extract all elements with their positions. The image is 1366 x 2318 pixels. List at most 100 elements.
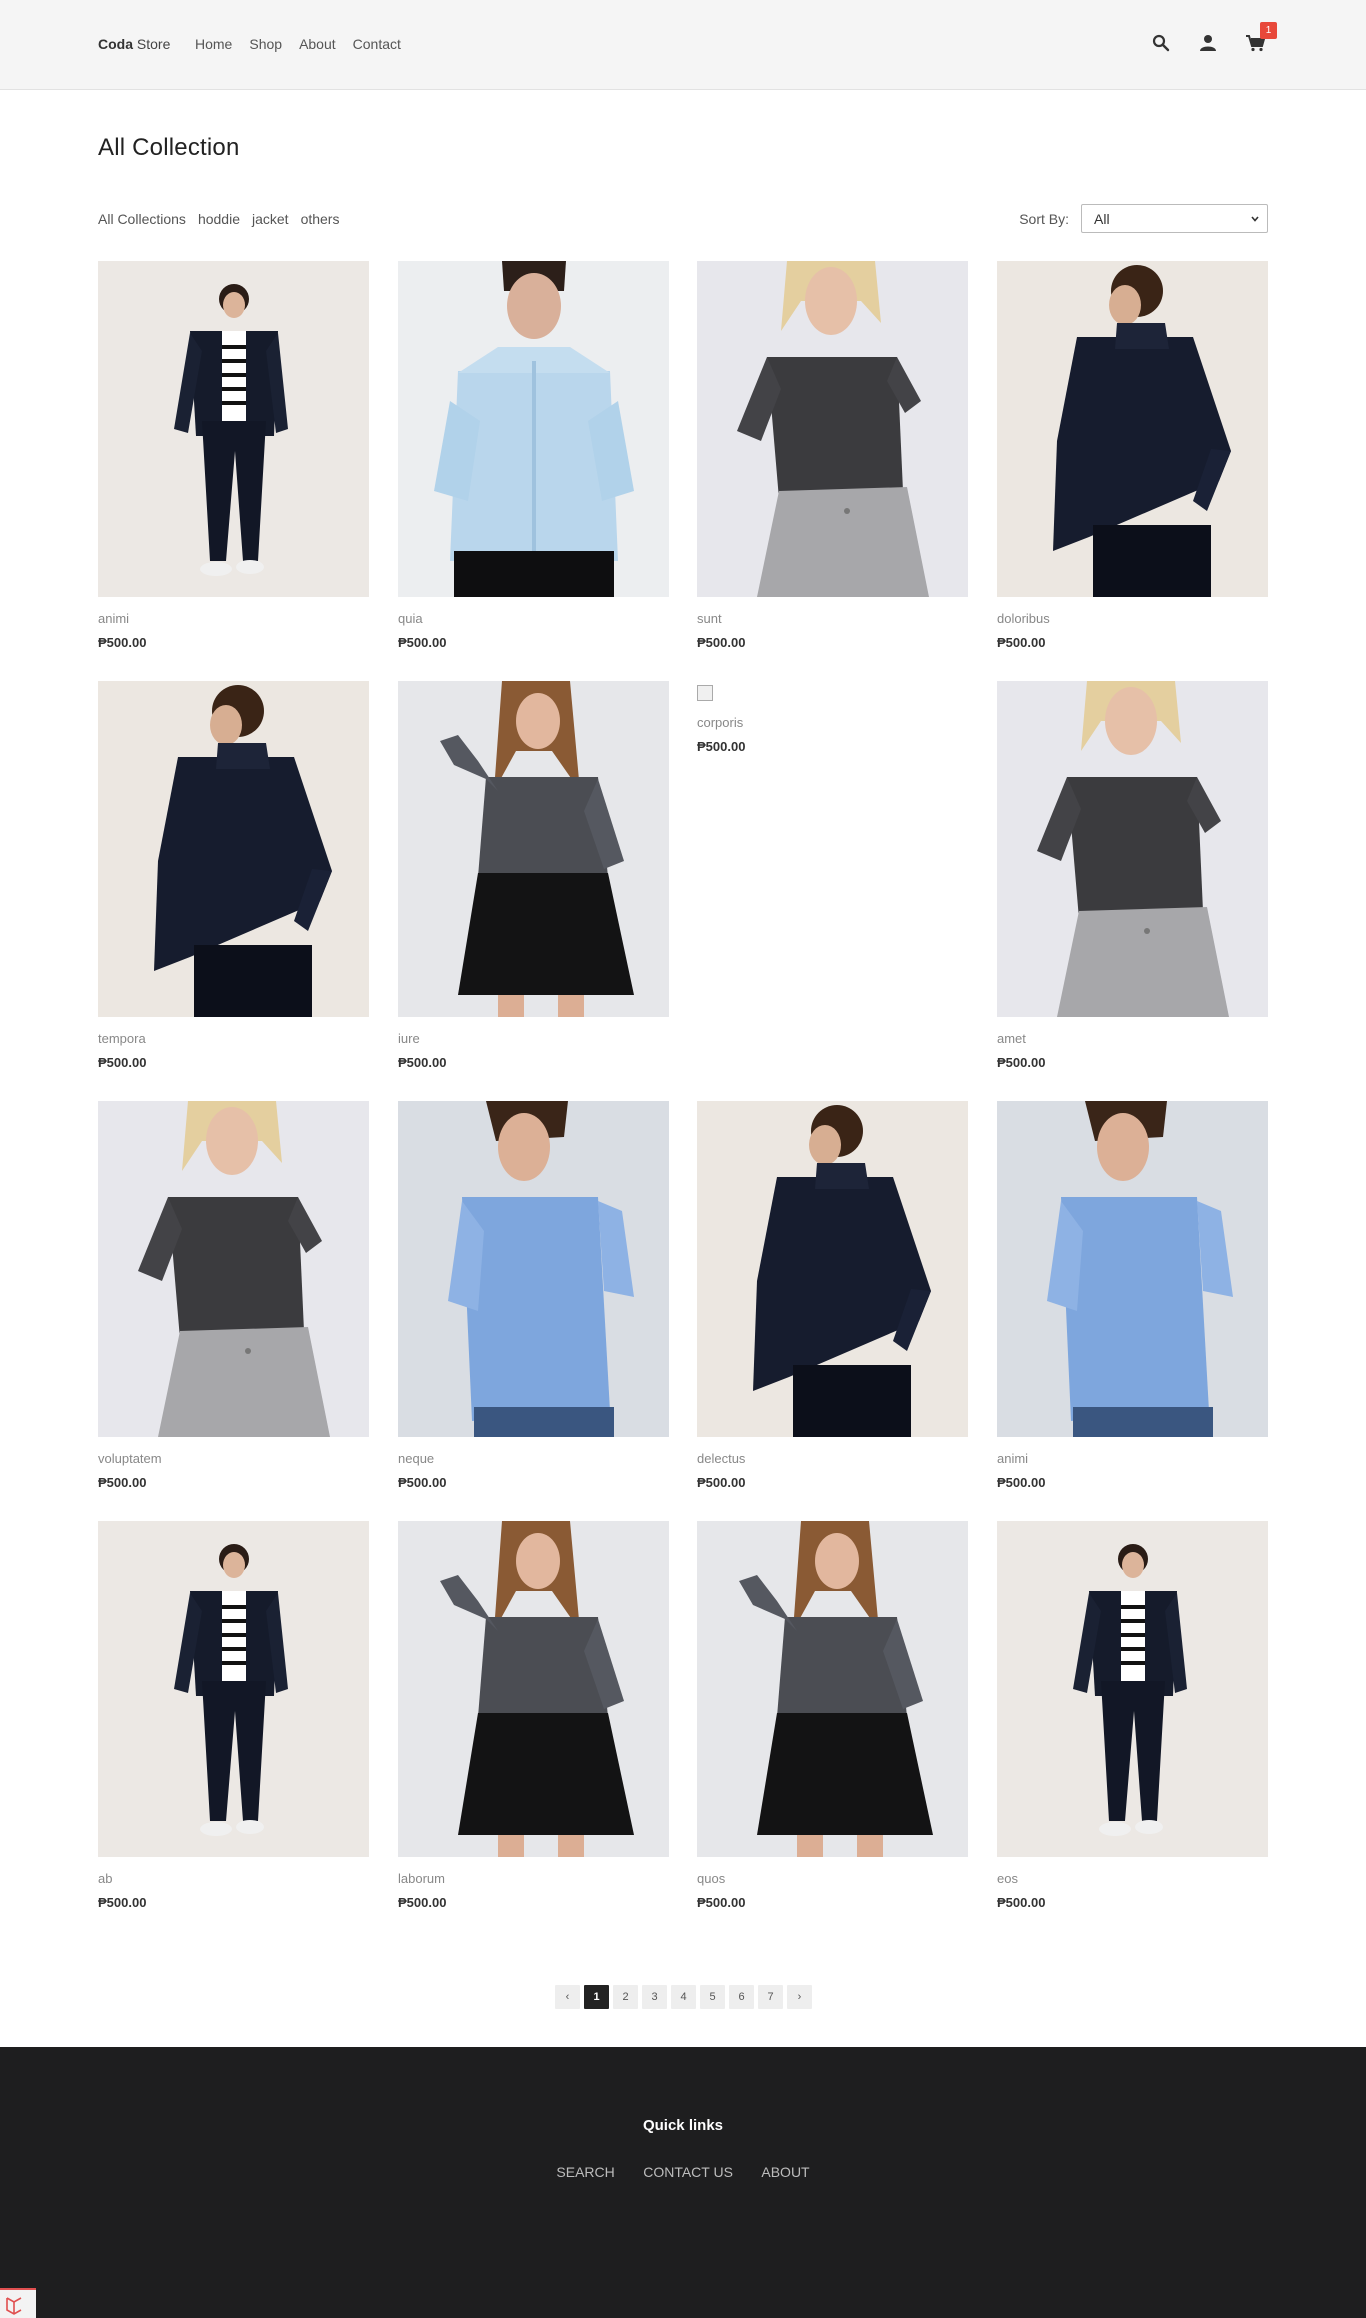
footer-link-contact-us[interactable]: CONTACT US xyxy=(643,2164,733,2180)
product-image[interactable] xyxy=(98,261,369,597)
product-price: ₱500.00 xyxy=(98,635,147,650)
filter-jacket[interactable]: jacket xyxy=(252,211,289,227)
sort-select[interactable]: All xyxy=(1081,204,1268,233)
product-name[interactable]: quos xyxy=(697,1871,968,1886)
broken-image-icon[interactable] xyxy=(697,685,713,701)
site-header: Coda Store Home Shop About Contact 1 xyxy=(0,0,1366,90)
product-card[interactable]: eos ₱500.00 xyxy=(997,1521,1268,1910)
product-name[interactable]: animi xyxy=(997,1451,1268,1466)
nav-contact[interactable]: Contact xyxy=(353,36,401,52)
brand-logo[interactable]: Coda Store xyxy=(98,36,170,52)
product-card[interactable]: animi ₱500.00 xyxy=(997,1101,1268,1490)
nav-shop[interactable]: Shop xyxy=(249,36,282,52)
product-card[interactable]: corporis ₱500.00 xyxy=(697,681,968,754)
product-name[interactable]: quia xyxy=(398,611,669,626)
product-card[interactable]: ab ₱500.00 xyxy=(98,1521,369,1910)
footer-link-about[interactable]: ABOUT xyxy=(761,2164,809,2180)
product-name[interactable]: corporis xyxy=(697,715,968,730)
product-image[interactable] xyxy=(697,1101,968,1437)
pagination-page-6[interactable]: 6 xyxy=(729,1985,754,2009)
nav-home[interactable]: Home xyxy=(195,36,232,52)
framework-logo-icon xyxy=(0,2288,36,2318)
product-price: ₱500.00 xyxy=(98,1895,147,1910)
product-price: ₱500.00 xyxy=(997,1895,1046,1910)
pagination-page-3[interactable]: 3 xyxy=(642,1985,667,2009)
product-image[interactable] xyxy=(997,1101,1268,1437)
product-price: ₱500.00 xyxy=(997,1055,1046,1070)
product-name[interactable]: amet xyxy=(997,1031,1268,1046)
product-price: ₱500.00 xyxy=(997,1475,1046,1490)
site-footer: Quick links SEARCH CONTACT US ABOUT xyxy=(0,2047,1366,2318)
footer-links: SEARCH CONTACT US ABOUT xyxy=(0,2164,1366,2182)
product-name[interactable]: animi xyxy=(98,611,369,626)
product-price: ₱500.00 xyxy=(697,1475,746,1490)
category-filters: All Collections hoddie jacket others xyxy=(98,211,351,227)
pagination-page-7[interactable]: 7 xyxy=(758,1985,783,2009)
brand-name-bold: Coda xyxy=(98,36,133,52)
filter-hoddie[interactable]: hoddie xyxy=(198,211,240,227)
product-image[interactable] xyxy=(997,681,1268,1017)
product-image[interactable] xyxy=(398,681,669,1017)
product-image[interactable] xyxy=(398,1521,669,1857)
pagination-page-4[interactable]: 4 xyxy=(671,1985,696,2009)
product-name[interactable]: doloribus xyxy=(997,611,1268,626)
product-image[interactable] xyxy=(98,681,369,1017)
nav-about[interactable]: About xyxy=(299,36,336,52)
pagination: ‹ 1 2 3 4 5 6 7 › xyxy=(555,1985,812,2009)
product-card[interactable]: amet ₱500.00 xyxy=(997,681,1268,1070)
product-price: ₱500.00 xyxy=(398,1895,447,1910)
product-image[interactable] xyxy=(997,261,1268,597)
product-card[interactable]: neque ₱500.00 xyxy=(398,1101,669,1490)
product-price: ₱500.00 xyxy=(697,739,746,754)
product-card[interactable]: quos ₱500.00 xyxy=(697,1521,968,1910)
product-image[interactable] xyxy=(398,261,669,597)
product-name[interactable]: tempora xyxy=(98,1031,369,1046)
product-image[interactable] xyxy=(398,1101,669,1437)
product-name[interactable]: eos xyxy=(997,1871,1268,1886)
product-price: ₱500.00 xyxy=(398,1055,447,1070)
cart-icon[interactable]: 1 xyxy=(1246,22,1277,54)
product-card[interactable]: voluptatem ₱500.00 xyxy=(98,1101,369,1490)
pagination-page-2[interactable]: 2 xyxy=(613,1985,638,2009)
product-image[interactable] xyxy=(98,1521,369,1857)
product-card[interactable]: iure ₱500.00 xyxy=(398,681,669,1070)
product-card[interactable]: tempora ₱500.00 xyxy=(98,681,369,1070)
page-title: All Collection xyxy=(98,134,240,161)
header-actions: 1 xyxy=(1152,22,1277,54)
pagination-prev[interactable]: ‹ xyxy=(555,1985,580,2009)
product-card[interactable]: quia ₱500.00 xyxy=(398,261,669,650)
product-price: ₱500.00 xyxy=(697,1895,746,1910)
product-price: ₱500.00 xyxy=(398,635,447,650)
sort-selected-value: All xyxy=(1094,211,1110,227)
product-card[interactable]: laborum ₱500.00 xyxy=(398,1521,669,1910)
brand-name-rest: Store xyxy=(133,36,171,52)
product-card[interactable]: delectus ₱500.00 xyxy=(697,1101,968,1490)
pagination-next[interactable]: › xyxy=(787,1985,812,2009)
main-nav: Home Shop About Contact xyxy=(195,36,418,52)
filter-all-collections[interactable]: All Collections xyxy=(98,211,186,227)
product-card[interactable]: doloribus ₱500.00 xyxy=(997,261,1268,650)
product-name[interactable]: ab xyxy=(98,1871,369,1886)
search-icon[interactable] xyxy=(1152,34,1172,54)
product-image[interactable] xyxy=(98,1101,369,1437)
footer-link-search[interactable]: SEARCH xyxy=(556,2164,614,2180)
pagination-page-5[interactable]: 5 xyxy=(700,1985,725,2009)
user-icon[interactable] xyxy=(1199,34,1219,54)
product-card[interactable]: animi ₱500.00 xyxy=(98,261,369,650)
cart-count-badge: 1 xyxy=(1260,22,1277,39)
product-image[interactable] xyxy=(697,1521,968,1857)
product-name[interactable]: sunt xyxy=(697,611,968,626)
product-card[interactable]: sunt ₱500.00 xyxy=(697,261,968,650)
product-price: ₱500.00 xyxy=(98,1475,147,1490)
sort-control: Sort By: All xyxy=(1019,204,1268,233)
product-image[interactable] xyxy=(697,261,968,597)
product-name[interactable]: laborum xyxy=(398,1871,669,1886)
product-name[interactable]: iure xyxy=(398,1031,669,1046)
sort-label: Sort By: xyxy=(1019,210,1069,227)
product-name[interactable]: delectus xyxy=(697,1451,968,1466)
product-name[interactable]: voluptatem xyxy=(98,1451,369,1466)
filter-others[interactable]: others xyxy=(301,211,340,227)
product-name[interactable]: neque xyxy=(398,1451,669,1466)
pagination-page-1[interactable]: 1 xyxy=(584,1985,609,2009)
product-image[interactable] xyxy=(997,1521,1268,1857)
